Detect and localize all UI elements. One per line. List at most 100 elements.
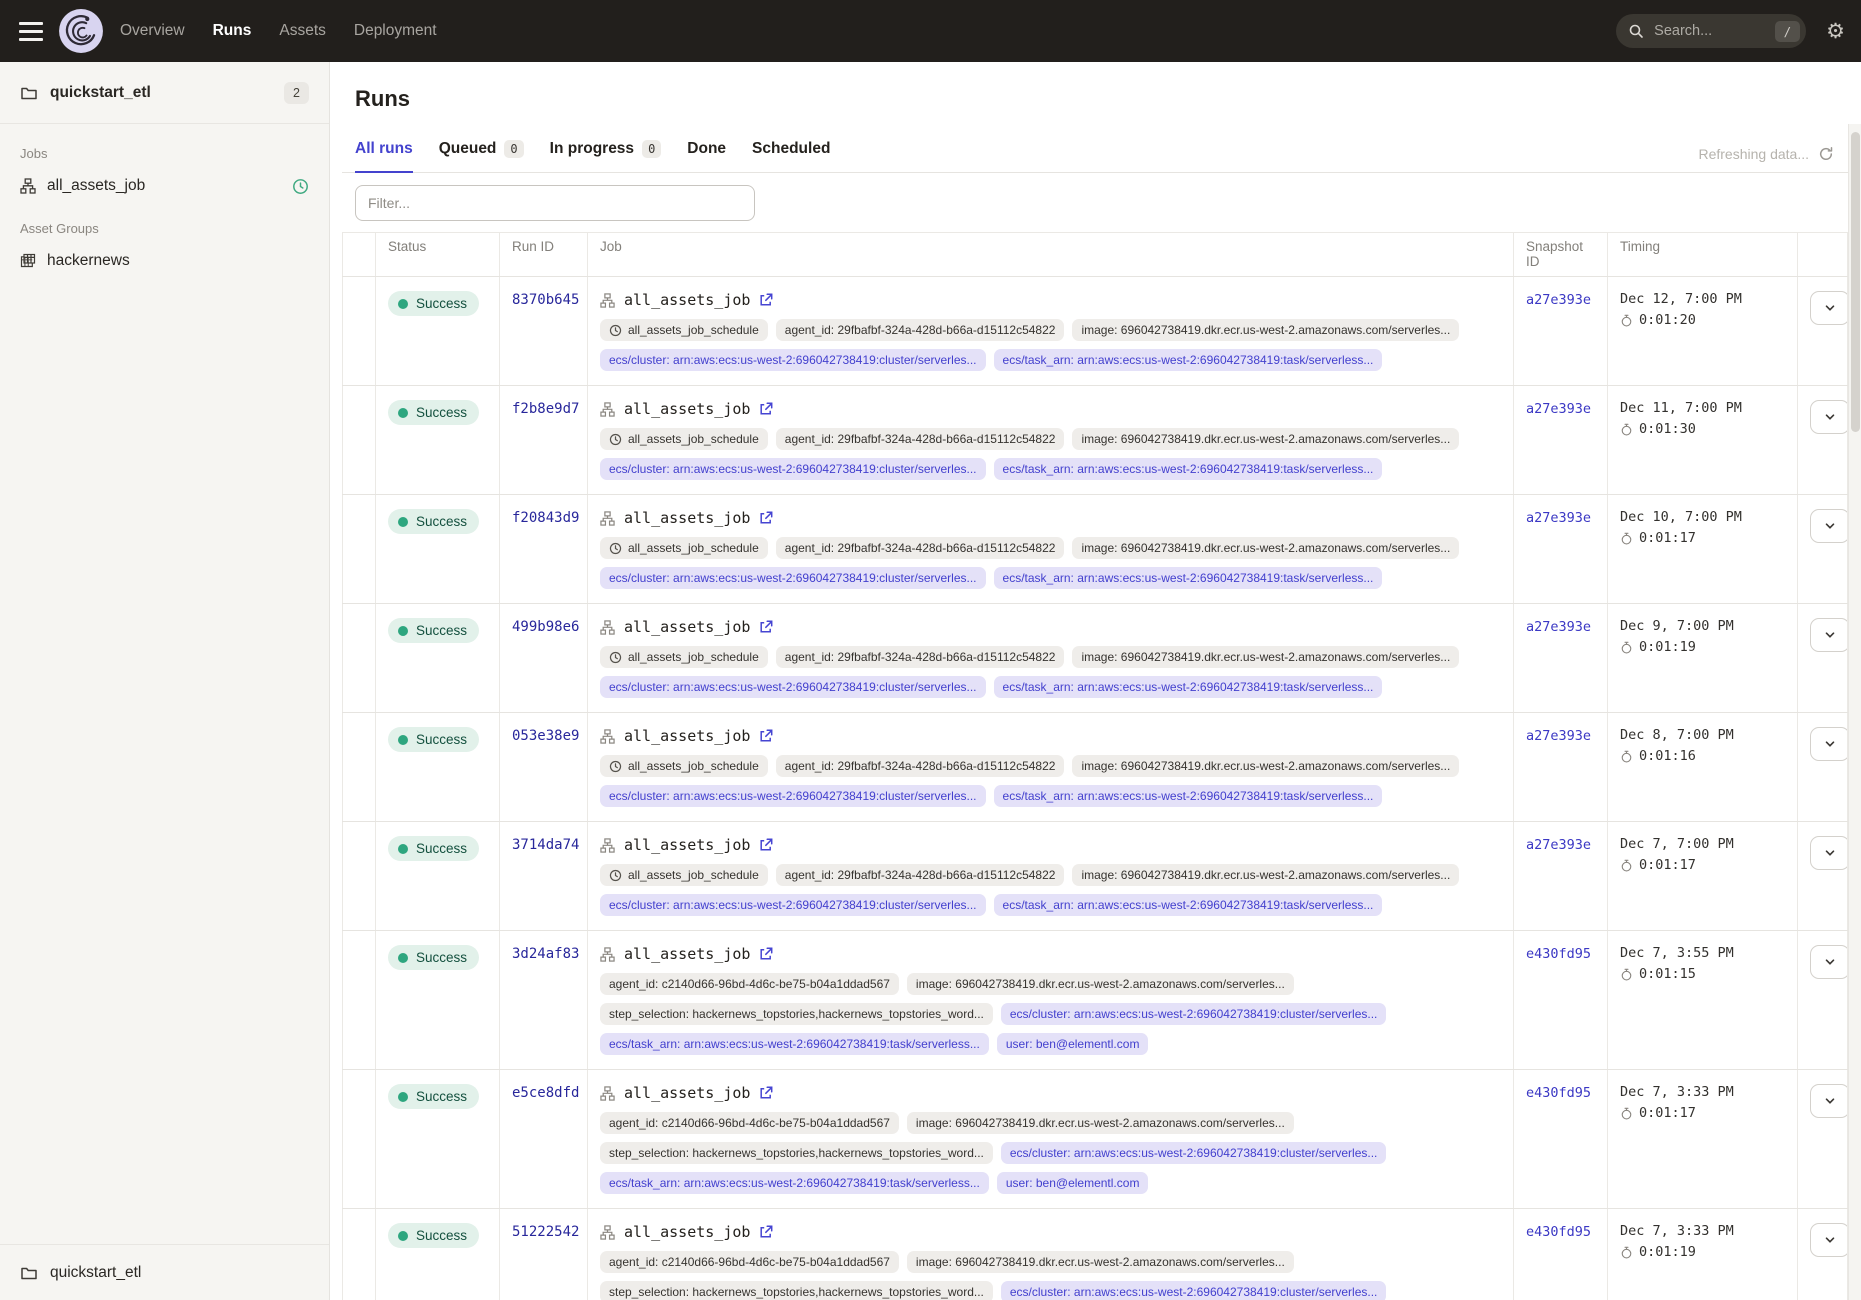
snapshot-id-link[interactable]: e430fd95 xyxy=(1526,1085,1591,1101)
run-tag[interactable]: image: 696042738419.dkr.ecr.us-west-2.am… xyxy=(907,1251,1294,1273)
nav-item-assets[interactable]: Assets xyxy=(279,22,326,40)
run-tag[interactable]: image: 696042738419.dkr.ecr.us-west-2.am… xyxy=(1072,537,1459,559)
external-link-icon[interactable] xyxy=(759,947,773,961)
run-tag[interactable]: ecs/cluster: arn:aws:ecs:us-west-2:69604… xyxy=(1001,1281,1387,1300)
run-tag[interactable]: image: 696042738419.dkr.ecr.us-west-2.am… xyxy=(907,1112,1294,1134)
filter-input[interactable] xyxy=(355,185,755,221)
tab-done[interactable]: Done xyxy=(687,132,726,173)
nav-item-runs[interactable]: Runs xyxy=(213,22,252,40)
run-tag[interactable]: agent_id: c2140d66-96bd-4d6c-be75-b04a1d… xyxy=(600,1112,899,1134)
run-tag[interactable]: ecs/cluster: arn:aws:ecs:us-west-2:69604… xyxy=(600,894,986,916)
run-tag[interactable]: ecs/task_arn: arn:aws:ecs:us-west-2:6960… xyxy=(600,1172,989,1194)
run-tag[interactable]: ecs/cluster: arn:aws:ecs:us-west-2:69604… xyxy=(600,567,986,589)
vertical-scrollbar[interactable] xyxy=(1848,124,1861,1300)
menu-icon[interactable] xyxy=(14,14,48,48)
run-id-link[interactable]: f20843d9 xyxy=(512,510,579,526)
run-tag[interactable]: all_assets_job_schedule xyxy=(600,428,768,450)
job-name[interactable]: all_assets_job xyxy=(624,509,750,527)
run-id-link[interactable]: 053e38e9 xyxy=(512,728,579,744)
run-tag[interactable]: image: 696042738419.dkr.ecr.us-west-2.am… xyxy=(1072,864,1459,886)
row-expand-button[interactable] xyxy=(1810,836,1850,870)
job-name[interactable]: all_assets_job xyxy=(624,727,750,745)
search-input[interactable]: Search... / xyxy=(1616,14,1806,48)
job-name[interactable]: all_assets_job xyxy=(624,618,750,636)
snapshot-id-link[interactable]: a27e393e xyxy=(1526,619,1591,635)
sidebar-footer-repo[interactable]: quickstart_etl xyxy=(0,1244,329,1300)
run-tag[interactable]: agent_id: c2140d66-96bd-4d6c-be75-b04a1d… xyxy=(600,1251,899,1273)
run-id-link[interactable]: 51222542 xyxy=(512,1224,579,1240)
run-id-link[interactable]: f2b8e9d7 xyxy=(512,401,579,417)
run-tag[interactable]: ecs/task_arn: arn:aws:ecs:us-west-2:6960… xyxy=(994,349,1383,371)
run-tag[interactable]: ecs/task_arn: arn:aws:ecs:us-west-2:6960… xyxy=(994,785,1383,807)
nav-item-overview[interactable]: Overview xyxy=(120,22,185,40)
run-tag[interactable]: image: 696042738419.dkr.ecr.us-west-2.am… xyxy=(1072,646,1459,668)
row-expand-button[interactable] xyxy=(1810,1223,1850,1257)
run-tag[interactable]: image: 696042738419.dkr.ecr.us-west-2.am… xyxy=(907,973,1294,995)
nav-item-deployment[interactable]: Deployment xyxy=(354,22,437,40)
run-tag[interactable]: ecs/task_arn: arn:aws:ecs:us-west-2:6960… xyxy=(994,567,1383,589)
dagster-logo-icon[interactable] xyxy=(58,8,104,54)
run-tag[interactable]: all_assets_job_schedule xyxy=(600,537,768,559)
scrollbar-thumb[interactable] xyxy=(1851,132,1860,432)
snapshot-id-link[interactable]: a27e393e xyxy=(1526,401,1591,417)
run-tag[interactable]: all_assets_job_schedule xyxy=(600,646,768,668)
job-name[interactable]: all_assets_job xyxy=(624,291,750,309)
job-name[interactable]: all_assets_job xyxy=(624,1084,750,1102)
snapshot-id-link[interactable]: a27e393e xyxy=(1526,728,1591,744)
external-link-icon[interactable] xyxy=(759,729,773,743)
external-link-icon[interactable] xyxy=(759,402,773,416)
external-link-icon[interactable] xyxy=(759,1225,773,1239)
tab-scheduled[interactable]: Scheduled xyxy=(752,132,830,173)
row-expand-button[interactable] xyxy=(1810,945,1850,979)
tab-all-runs[interactable]: All runs xyxy=(355,132,413,173)
schedule-clock-icon[interactable] xyxy=(292,178,309,195)
run-tag[interactable]: image: 696042738419.dkr.ecr.us-west-2.am… xyxy=(1072,428,1459,450)
run-tag[interactable]: ecs/task_arn: arn:aws:ecs:us-west-2:6960… xyxy=(994,894,1383,916)
run-tag[interactable]: all_assets_job_schedule xyxy=(600,755,768,777)
run-tag[interactable]: step_selection: hackernews_topstories,ha… xyxy=(600,1003,993,1025)
job-name[interactable]: all_assets_job xyxy=(624,836,750,854)
run-tag[interactable]: agent_id: 29fbafbf-324a-428d-b66a-d15112… xyxy=(776,428,1065,450)
run-tag[interactable]: image: 696042738419.dkr.ecr.us-west-2.am… xyxy=(1072,755,1459,777)
run-id-link[interactable]: 499b98e6 xyxy=(512,619,579,635)
repo-location-row[interactable]: quickstart_etl 2 xyxy=(0,62,329,124)
run-tag[interactable]: agent_id: c2140d66-96bd-4d6c-be75-b04a1d… xyxy=(600,973,899,995)
job-name[interactable]: all_assets_job xyxy=(624,1223,750,1241)
run-tag[interactable]: ecs/task_arn: arn:aws:ecs:us-west-2:6960… xyxy=(994,458,1383,480)
run-tag[interactable]: ecs/cluster: arn:aws:ecs:us-west-2:69604… xyxy=(600,458,986,480)
run-tag[interactable]: user: ben@elementl.com xyxy=(997,1172,1149,1194)
run-tag[interactable]: agent_id: 29fbafbf-324a-428d-b66a-d15112… xyxy=(776,864,1065,886)
run-tag[interactable]: agent_id: 29fbafbf-324a-428d-b66a-d15112… xyxy=(776,755,1065,777)
row-expand-button[interactable] xyxy=(1810,618,1850,652)
snapshot-id-link[interactable]: a27e393e xyxy=(1526,510,1591,526)
gear-icon[interactable]: ⚙ xyxy=(1826,21,1845,42)
snapshot-id-link[interactable]: a27e393e xyxy=(1526,292,1591,308)
job-name[interactable]: all_assets_job xyxy=(624,400,750,418)
job-name[interactable]: all_assets_job xyxy=(624,945,750,963)
external-link-icon[interactable] xyxy=(759,838,773,852)
run-tag[interactable]: ecs/cluster: arn:aws:ecs:us-west-2:69604… xyxy=(1001,1142,1387,1164)
run-tag[interactable]: ecs/cluster: arn:aws:ecs:us-west-2:69604… xyxy=(600,785,986,807)
external-link-icon[interactable] xyxy=(759,293,773,307)
external-link-icon[interactable] xyxy=(759,511,773,525)
snapshot-id-link[interactable]: a27e393e xyxy=(1526,837,1591,853)
external-link-icon[interactable] xyxy=(759,620,773,634)
run-id-link[interactable]: 3d24af83 xyxy=(512,946,579,962)
row-expand-button[interactable] xyxy=(1810,291,1850,325)
run-tag[interactable]: all_assets_job_schedule xyxy=(600,864,768,886)
sidebar-item-all-assets-job[interactable]: all_assets_job xyxy=(20,173,309,199)
run-tag[interactable]: ecs/task_arn: arn:aws:ecs:us-west-2:6960… xyxy=(994,676,1383,698)
run-tag[interactable]: ecs/cluster: arn:aws:ecs:us-west-2:69604… xyxy=(600,676,986,698)
run-tag[interactable]: agent_id: 29fbafbf-324a-428d-b66a-d15112… xyxy=(776,319,1065,341)
row-expand-button[interactable] xyxy=(1810,400,1850,434)
external-link-icon[interactable] xyxy=(759,1086,773,1100)
row-expand-button[interactable] xyxy=(1810,727,1850,761)
run-id-link[interactable]: 3714da74 xyxy=(512,837,579,853)
run-tag[interactable]: ecs/cluster: arn:aws:ecs:us-west-2:69604… xyxy=(1001,1003,1387,1025)
run-tag[interactable]: step_selection: hackernews_topstories,ha… xyxy=(600,1142,993,1164)
snapshot-id-link[interactable]: e430fd95 xyxy=(1526,946,1591,962)
run-tag[interactable]: ecs/cluster: arn:aws:ecs:us-west-2:69604… xyxy=(600,349,986,371)
tab-in-progress[interactable]: In progress0 xyxy=(550,132,662,173)
run-tag[interactable]: step_selection: hackernews_topstories,ha… xyxy=(600,1281,993,1300)
run-id-link[interactable]: e5ce8dfd xyxy=(512,1085,579,1101)
